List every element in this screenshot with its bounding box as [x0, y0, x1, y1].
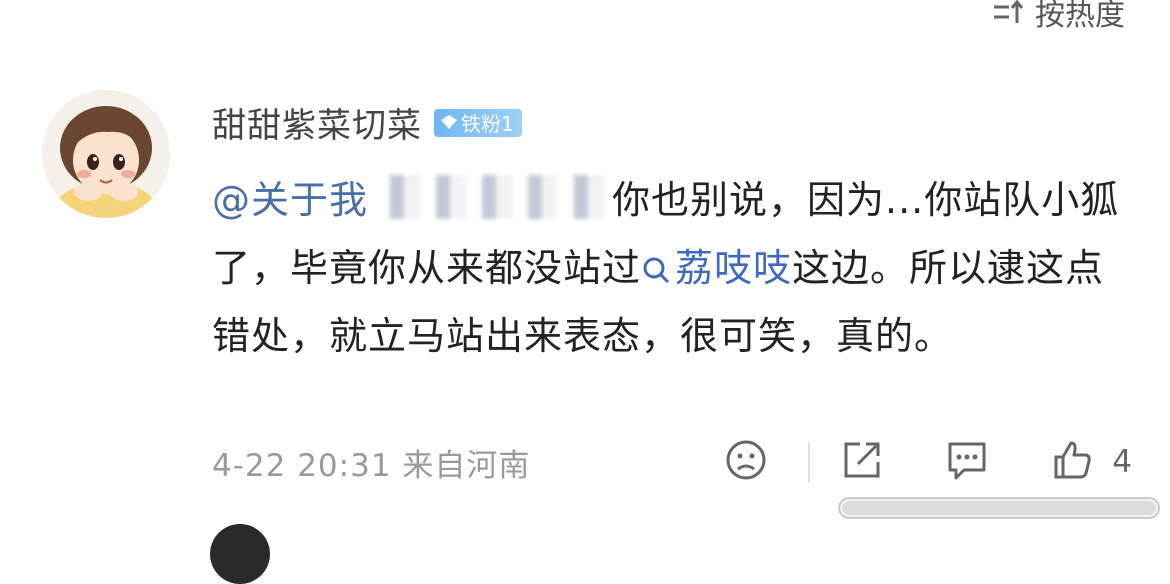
- sort-label: 按热度: [1035, 0, 1125, 33]
- dislike-face-icon: [724, 438, 768, 486]
- dislike-button[interactable]: [724, 438, 768, 486]
- like-button[interactable]: 4: [1050, 438, 1132, 486]
- next-comment-avatar[interactable]: [210, 524, 270, 584]
- blurred-content: [374, 175, 607, 219]
- topic-label: 荔吱吱: [675, 246, 793, 290]
- username[interactable]: 甜甜紫菜切菜: [212, 98, 422, 147]
- share-icon: [840, 438, 884, 486]
- thumbs-up-icon: [1050, 438, 1094, 486]
- like-count: 4: [1112, 444, 1132, 480]
- fan-badge[interactable]: 铁粉1: [434, 108, 522, 137]
- topic-link[interactable]: 荔吱吱: [641, 246, 792, 290]
- share-button[interactable]: [840, 438, 884, 486]
- avatar[interactable]: [42, 90, 170, 218]
- comment-meta: 4-22 20:31 来自河南: [212, 447, 531, 484]
- sort-icon: [991, 0, 1025, 27]
- comment-icon: [944, 438, 990, 486]
- search-icon: [641, 246, 675, 290]
- mention-link[interactable]: @关于我: [212, 178, 368, 222]
- diamond-icon: [440, 111, 458, 135]
- comment-button[interactable]: [944, 438, 990, 486]
- fan-badge-label: 铁粉1: [461, 112, 514, 136]
- sort-toggle[interactable]: 按热度: [991, 0, 1125, 34]
- divider: [808, 442, 811, 482]
- horizontal-scrollbar[interactable]: [838, 497, 1160, 519]
- scrollbar-thumb[interactable]: [842, 501, 1156, 515]
- comment-body: @关于我 你也别说，因为...你站队小狐了，毕竟你从来都没站过 荔吱吱这边。所以逮这…: [212, 166, 1132, 370]
